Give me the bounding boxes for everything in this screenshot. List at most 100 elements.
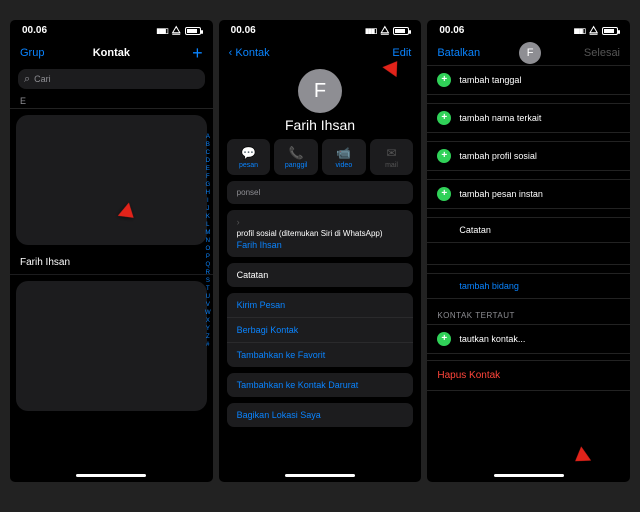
action-link[interactable]: Tambahkan ke Kontak Darurat (227, 373, 414, 397)
add-row-label: tambah profil sosial (459, 151, 537, 161)
notes-section[interactable]: Catatan (427, 217, 630, 265)
action-label: video (335, 162, 352, 169)
time: 00.06 (22, 25, 47, 36)
add-field-row[interactable]: tambah bidang (427, 273, 630, 299)
alphabet-index[interactable]: ABCDEFGHIJKLMNOPQRSTUVWXYZ# (205, 133, 211, 349)
status-icons (365, 25, 409, 36)
action-buttons: 💬 pesan 📞 panggil 📹 video ✉ mail (219, 139, 422, 175)
home-indicator[interactable] (285, 474, 355, 477)
notes-label: Catatan (459, 225, 491, 235)
add-row[interactable]: + tambah pesan instan (427, 179, 630, 209)
action-link[interactable]: Tambahkan ke Favorit (227, 342, 414, 367)
cancel-button[interactable]: Batalkan (437, 47, 480, 59)
add-row[interactable]: + tambah profil sosial (427, 141, 630, 171)
avatar-small[interactable]: F (519, 42, 541, 64)
nav-bar: Grup Kontak + (10, 41, 213, 65)
link-list-1: Kirim PesanBerbagi KontakTambahkan ke Fa… (227, 293, 414, 367)
plus-icon: + (437, 332, 451, 346)
action-label: panggil (285, 162, 308, 169)
add-field-label: tambah bidang (459, 281, 519, 291)
edit-content: + tambah tanggal + tambah nama terkait + tamb… (427, 65, 630, 470)
back-button[interactable]: ‹ Kontak (229, 47, 270, 59)
list-content: E Farih Ihsan ABCDEFGHIJKLMNOPQRSTUVWXYZ… (10, 93, 213, 470)
battery-icon (185, 27, 201, 35)
add-row[interactable]: + tambah nama terkait (427, 103, 630, 133)
plus-icon: + (437, 73, 451, 87)
nav-title: Kontak (93, 47, 130, 59)
action-pesan[interactable]: 💬 pesan (227, 139, 271, 175)
edit-button[interactable]: Edit (371, 47, 411, 59)
avatar[interactable]: F (298, 69, 342, 113)
time: 00.06 (439, 25, 464, 36)
contact-card[interactable] (16, 115, 207, 245)
link-contacts-row[interactable]: + tautkan kontak... (427, 324, 630, 354)
plus-icon: + (437, 149, 451, 163)
add-row-label: tambah tanggal (459, 75, 521, 85)
link-list-2: Tambahkan ke Kontak Darurat (227, 373, 414, 397)
action-icon: 📹 (336, 146, 351, 160)
status-icons (156, 25, 200, 36)
linked-contacts-header: KONTAK TERTAUT (427, 307, 630, 324)
status-bar: 00.06 (219, 20, 422, 41)
detail-content: F Farih Ihsan 💬pesan📞panggil📹video✉mail … (219, 65, 422, 470)
delete-contact-button[interactable]: Hapus Kontak (427, 360, 630, 391)
plus-icon: + (437, 187, 451, 201)
battery-icon (602, 27, 618, 35)
add-row[interactable]: + tambah tanggal (427, 65, 630, 95)
notes-label: Catatan (227, 263, 414, 287)
signal-icon (365, 25, 376, 36)
search-placeholder: Cari (34, 74, 51, 84)
wifi-icon (589, 25, 598, 36)
action-icon: 💬 (241, 146, 256, 160)
home-indicator[interactable] (76, 474, 146, 477)
profile-sub: Farih Ihsan (237, 240, 404, 250)
action-icon: ✉ (386, 146, 396, 160)
signal-icon (574, 25, 585, 36)
profile-title: profil sosial (ditemukan Siri di WhatsAp… (237, 229, 404, 238)
add-row-label: tambah nama terkait (459, 113, 541, 123)
done-button[interactable]: Selesai (580, 47, 620, 59)
action-icon: 📞 (289, 146, 304, 160)
search-icon (24, 73, 30, 86)
battery-icon (393, 27, 409, 35)
link-contacts-label: tautkan kontak... (459, 334, 525, 344)
status-bar: 00.06 (10, 20, 213, 41)
contact-card[interactable] (16, 281, 207, 411)
groups-button[interactable]: Grup (20, 47, 60, 59)
search-input[interactable]: Cari (18, 69, 205, 89)
nav-bar: ‹ Kontak Edit (219, 41, 422, 65)
time: 00.06 (231, 25, 256, 36)
add-row-label: tambah pesan instan (459, 189, 543, 199)
phone-label: ponsel (227, 181, 414, 204)
contact-name-title: Farih Ihsan (219, 117, 422, 133)
home-indicator[interactable] (494, 474, 564, 477)
contact-name-text: Farih Ihsan (20, 257, 70, 268)
add-field-list: + tambah tanggal + tambah nama terkait + tamb… (427, 65, 630, 209)
notes-block[interactable]: Catatan (227, 263, 414, 287)
contact-row[interactable]: Farih Ihsan (10, 251, 213, 275)
profile-block[interactable]: › profil sosial (ditemukan Siri di Whats… (227, 210, 414, 257)
status-icons (574, 25, 618, 36)
phone-1-contacts-list: 00.06 Grup Kontak + Cari E Farih Ihsan A… (10, 20, 213, 482)
nav-bar: Batalkan F Selesai (427, 41, 630, 65)
action-label: mail (385, 162, 398, 169)
wifi-icon (380, 25, 389, 36)
link-list-3: Bagikan Lokasi Saya (227, 403, 414, 427)
action-link[interactable]: Bagikan Lokasi Saya (227, 403, 414, 427)
plus-icon: + (437, 111, 451, 125)
add-contact-button[interactable]: + (163, 44, 203, 62)
wifi-icon (172, 25, 181, 36)
status-bar: 00.06 (427, 20, 630, 41)
action-mail: ✉ mail (370, 139, 414, 175)
phone-block[interactable]: ponsel (227, 181, 414, 204)
action-link[interactable]: Kirim Pesan (227, 293, 414, 317)
action-panggil[interactable]: 📞 panggil (274, 139, 318, 175)
action-label: pesan (239, 162, 258, 169)
signal-icon (156, 25, 167, 36)
phone-2-contact-detail: 00.06 ‹ Kontak Edit F Farih Ihsan 💬 pesan… (219, 20, 422, 482)
action-link[interactable]: Berbagi Kontak (227, 317, 414, 342)
phone-3-edit-contact: 00.06 Batalkan F Selesai + tambah tanggal… (427, 20, 630, 482)
section-header: E (10, 93, 213, 109)
chevron-right-icon: › (237, 217, 404, 227)
action-video[interactable]: 📹 video (322, 139, 366, 175)
